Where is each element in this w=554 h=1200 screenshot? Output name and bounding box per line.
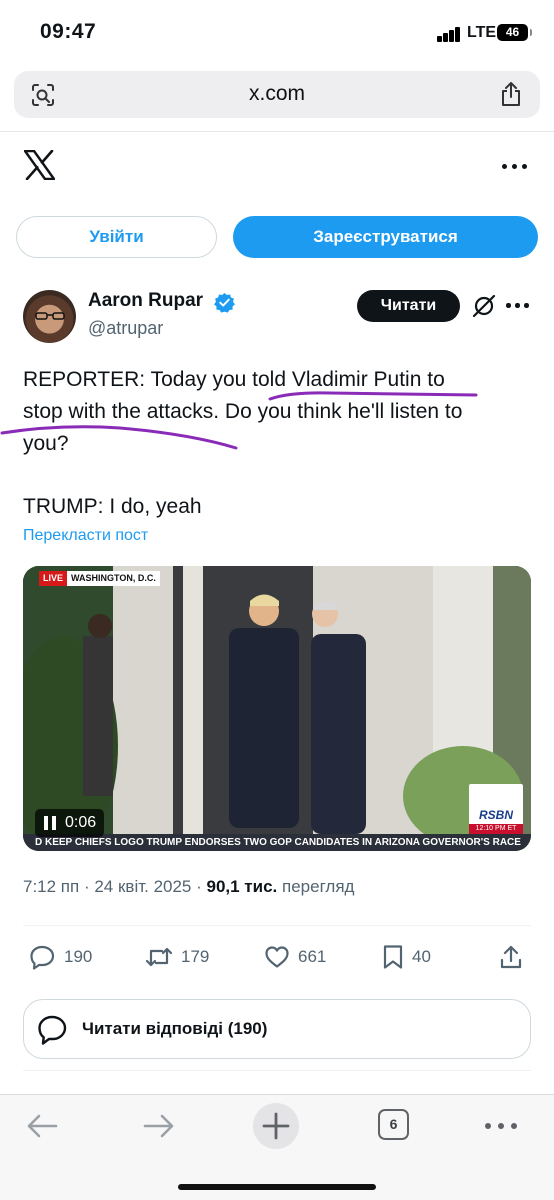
plus-icon bbox=[262, 1112, 290, 1140]
home-indicator bbox=[178, 1184, 376, 1190]
translate-link[interactable]: Перекласти пост bbox=[23, 527, 148, 545]
signup-button[interactable]: Зареєструватися bbox=[233, 216, 538, 258]
forward-arrow-icon[interactable] bbox=[142, 1112, 176, 1140]
post-date[interactable]: 24 квіт. 2025 bbox=[94, 877, 191, 896]
live-banner: LIVE WASHINGTON, D.C. bbox=[39, 571, 160, 586]
like-count: 661 bbox=[298, 947, 327, 966]
bookmark-button[interactable]: 40 bbox=[382, 942, 431, 972]
post-text: REPORTER: Today you told Vladimir Putin … bbox=[23, 364, 533, 460]
repost-count: 179 bbox=[181, 947, 210, 966]
more-menu-icon[interactable] bbox=[502, 164, 528, 170]
repost-button[interactable]: 179 bbox=[145, 942, 209, 972]
bookmark-icon bbox=[383, 945, 403, 969]
video-duration: 0:06 bbox=[65, 814, 97, 831]
read-button[interactable]: Читати bbox=[357, 290, 460, 322]
logo-time: 12:10 PM ET bbox=[469, 824, 523, 834]
x-logo-icon[interactable] bbox=[24, 150, 55, 180]
battery-icon: 46 bbox=[497, 24, 532, 41]
network-label: LTE bbox=[467, 24, 497, 41]
rsbn-logo: RSBN 12:10 PM ET bbox=[469, 784, 523, 834]
post-text-answer: TRUMP: I do, yeah bbox=[23, 495, 202, 518]
author-name[interactable]: Aaron Rupar bbox=[88, 290, 203, 312]
avatar[interactable] bbox=[23, 290, 76, 343]
repost-icon bbox=[145, 947, 173, 967]
divider bbox=[23, 925, 531, 926]
post-more-icon[interactable] bbox=[506, 303, 530, 309]
verified-badge-icon bbox=[214, 292, 235, 313]
ticker-text: D KEEP CHIEFS LOGO TRUMP ENDORSES TWO GO… bbox=[35, 837, 521, 848]
status-time: 09:47 bbox=[40, 20, 97, 43]
like-button[interactable]: 661 bbox=[264, 942, 326, 972]
login-button[interactable]: Увійти bbox=[16, 216, 217, 258]
url-text[interactable]: x.com bbox=[14, 82, 540, 106]
reply-icon bbox=[30, 945, 55, 970]
back-arrow-icon[interactable] bbox=[25, 1112, 59, 1140]
post-text-line: you? bbox=[23, 432, 69, 455]
status-bar: 09:47 LTE 46 bbox=[0, 0, 554, 64]
post-text-line: stop with the attacks. Do you think he'l… bbox=[23, 400, 463, 423]
browser-more-icon[interactable] bbox=[485, 1123, 517, 1129]
location-label: WASHINGTON, D.C. bbox=[67, 571, 160, 586]
divider bbox=[23, 1070, 531, 1071]
pause-icon[interactable] bbox=[43, 816, 57, 830]
tab-switcher-button[interactable]: 6 bbox=[378, 1109, 409, 1140]
post-meta: 7:12 пп · 24 квіт. 2025 · 90,1 тис. пере… bbox=[23, 877, 355, 896]
share-post-icon[interactable] bbox=[499, 944, 523, 970]
bookmark-count: 40 bbox=[412, 947, 431, 966]
replies-bubble-icon bbox=[38, 1015, 67, 1045]
share-icon[interactable] bbox=[500, 81, 522, 107]
post-text-line: REPORTER: Today you told Vladimir Putin … bbox=[23, 368, 445, 391]
author-handle[interactable]: @atrupar bbox=[88, 318, 163, 339]
logo-text: RSBN bbox=[478, 808, 513, 822]
grok-icon[interactable] bbox=[471, 293, 497, 319]
new-tab-button[interactable] bbox=[253, 1103, 299, 1149]
video-player[interactable]: LIVE WASHINGTON, D.C. RSBN 12:10 PM ET D… bbox=[23, 566, 531, 851]
heart-icon bbox=[265, 946, 289, 968]
address-bar[interactable]: x.com bbox=[14, 71, 540, 118]
video-play-control[interactable]: 0:06 bbox=[35, 809, 105, 837]
signal-icon bbox=[437, 26, 463, 42]
post-time[interactable]: 7:12 пп bbox=[23, 877, 79, 896]
live-label: LIVE bbox=[39, 571, 68, 586]
divider bbox=[0, 131, 554, 132]
reply-button[interactable]: 190 bbox=[29, 942, 92, 972]
read-replies-button[interactable]: Читати відповіді (190) bbox=[23, 999, 531, 1059]
read-replies-label: Читати відповіді (190) bbox=[82, 1019, 268, 1038]
view-count: 90,1 тис. bbox=[206, 877, 278, 896]
views-label: перегляд bbox=[282, 877, 355, 896]
reply-count: 190 bbox=[64, 947, 93, 966]
